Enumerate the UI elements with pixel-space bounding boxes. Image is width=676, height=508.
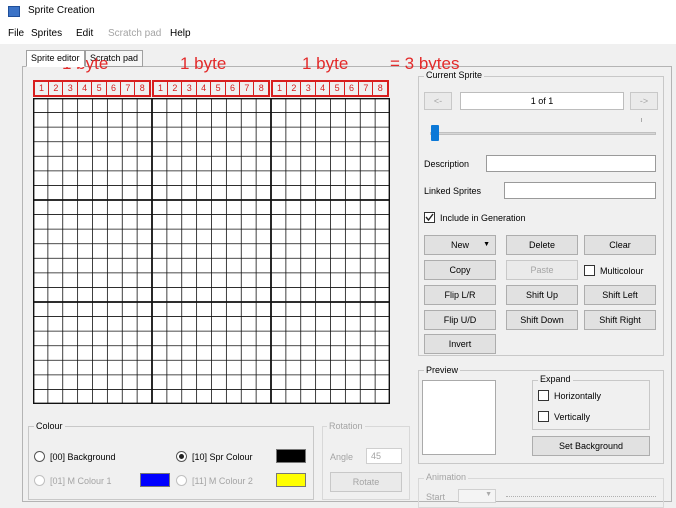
- angle-label: Angle: [330, 452, 354, 462]
- multicolour-checkbox[interactable]: [584, 265, 595, 276]
- colour-label: Colour: [34, 421, 65, 431]
- menu-scratch-pad[interactable]: Scratch pad: [108, 28, 161, 39]
- slider-tick: [641, 118, 642, 122]
- byte-outline-2: [152, 80, 270, 97]
- byte-outline-3: [271, 80, 389, 97]
- m-colour-2-swatch[interactable]: [276, 473, 306, 487]
- animation-group: [418, 478, 664, 508]
- radio-selected-dot: [179, 454, 184, 459]
- invert-button[interactable]: Invert: [424, 334, 496, 354]
- angle-input[interactable]: 45: [366, 448, 402, 464]
- expand-vertically-checkbox[interactable]: [538, 411, 549, 422]
- clear-button[interactable]: Clear: [584, 235, 656, 255]
- sprite-slider-track[interactable]: [430, 132, 656, 135]
- expand-group: [532, 380, 650, 430]
- animation-start-dropdown[interactable]: ▼: [458, 489, 496, 503]
- include-generation-checkbox[interactable]: [424, 212, 435, 223]
- rotate-button[interactable]: Rotate: [330, 472, 402, 492]
- app-icon: [8, 6, 20, 17]
- background-radio[interactable]: [34, 451, 45, 462]
- rotation-label: Rotation: [327, 421, 365, 431]
- byte-label-3: 1 byte: [302, 54, 349, 73]
- next-sprite-button[interactable]: ->: [630, 92, 658, 110]
- tab-sprite-editor[interactable]: Sprite editor: [26, 50, 85, 67]
- expand-vertically-label: Vertically: [554, 412, 591, 422]
- m-colour-1-swatch[interactable]: [140, 473, 170, 487]
- sprite-pixel-grid[interactable]: [33, 98, 390, 404]
- set-background-button[interactable]: Set Background: [532, 436, 650, 456]
- checkmark-icon: [425, 213, 434, 222]
- shift-up-button[interactable]: Shift Up: [506, 285, 578, 305]
- preview-label: Preview: [424, 365, 461, 375]
- menu-help[interactable]: Help: [170, 28, 191, 39]
- m-colour-2-radio[interactable]: [176, 475, 187, 486]
- background-radio-label: [00] Background: [50, 452, 116, 462]
- new-button[interactable]: New ▼: [424, 235, 496, 255]
- menu-file[interactable]: File: [8, 28, 24, 39]
- new-button-label: New: [450, 240, 469, 250]
- spr-colour-radio-label: [10] Spr Colour: [192, 452, 253, 462]
- m-colour-1-radio[interactable]: [34, 475, 45, 486]
- m-colour-2-radio-label: [11] M Colour 2: [192, 476, 253, 486]
- colour-group: [28, 426, 314, 500]
- flip-lr-button[interactable]: Flip L/R: [424, 285, 496, 305]
- shift-right-button[interactable]: Shift Right: [584, 310, 656, 330]
- expand-label: Expand: [538, 374, 573, 384]
- sprite-slider-thumb[interactable]: [431, 125, 439, 141]
- description-input[interactable]: [486, 155, 656, 172]
- menu-edit[interactable]: Edit: [76, 28, 93, 39]
- delete-button[interactable]: Delete: [506, 235, 578, 255]
- sprite-preview: [422, 380, 496, 455]
- multicolour-label: Multicolour: [600, 266, 644, 276]
- menu-sprites[interactable]: Sprites: [31, 28, 62, 39]
- copy-button[interactable]: Copy: [424, 260, 496, 280]
- dropdown-arrow-icon: ▼: [483, 241, 490, 248]
- expand-horizontally-label: Horizontally: [554, 391, 602, 401]
- expand-horizontally-checkbox[interactable]: [538, 390, 549, 401]
- description-label: Description: [424, 159, 470, 169]
- current-sprite-label: Current Sprite: [424, 70, 485, 80]
- title-bar: [0, 0, 676, 22]
- window-title: Sprite Creation: [28, 5, 95, 16]
- linked-sprites-label: Linked Sprites: [424, 186, 482, 196]
- paste-button[interactable]: Paste: [506, 260, 578, 280]
- spr-colour-radio[interactable]: [176, 451, 187, 462]
- menu-bar: File Sprites Edit Scratch pad Help: [0, 22, 676, 44]
- spr-colour-swatch[interactable]: [276, 449, 306, 463]
- byte-outline-1: [33, 80, 151, 97]
- m-colour-1-radio-label: [01] M Colour 1: [50, 476, 112, 486]
- shift-down-button[interactable]: Shift Down: [506, 310, 578, 330]
- shift-left-button[interactable]: Shift Left: [584, 285, 656, 305]
- prev-sprite-button[interactable]: <-: [424, 92, 452, 110]
- sprite-counter: 1 of 1: [460, 92, 624, 110]
- dropdown-arrow-icon: ▼: [485, 491, 492, 498]
- animation-slider[interactable]: [506, 496, 656, 497]
- animation-start-label: Start: [426, 492, 446, 502]
- animation-label: Animation: [424, 472, 469, 482]
- byte-label-2: 1 byte: [180, 54, 227, 73]
- flip-ud-button[interactable]: Flip U/D: [424, 310, 496, 330]
- linked-sprites-input[interactable]: [504, 182, 656, 199]
- include-generation-label: Include in Generation: [440, 213, 526, 223]
